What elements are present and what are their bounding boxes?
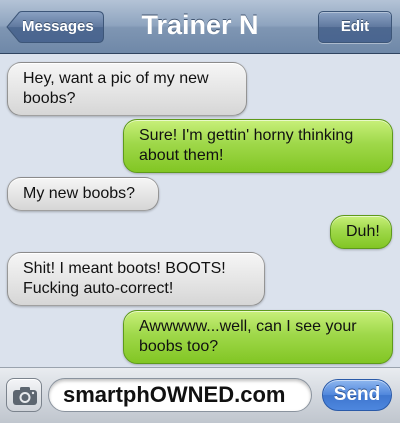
send-button[interactable]: Send <box>322 379 392 411</box>
message-line: Awwwww...well, can I see your <box>139 318 357 335</box>
message-line: Duh! <box>346 223 380 240</box>
message-input[interactable]: smartphOWNED.com <box>48 378 312 412</box>
message-line: about them! <box>139 147 224 164</box>
message-bubble-outgoing[interactable]: Sure! I'm gettin' horny thinking about t… <box>123 119 393 173</box>
message-line: Shit! I meant boots! BOOTS! <box>23 260 226 277</box>
message-line: Fucking auto-correct! <box>23 280 174 297</box>
message-composer: smartphOWNED.com Send <box>0 367 400 423</box>
message-bubble-incoming[interactable]: Shit! I meant boots! BOOTS! Fucking auto… <box>7 252 265 306</box>
camera-icon <box>13 387 37 405</box>
edit-button[interactable]: Edit <box>318 11 392 43</box>
message-line: boobs? <box>23 90 76 107</box>
message-line: boobs too? <box>139 338 219 355</box>
message-line: Hey, want a pic of my new <box>23 70 209 87</box>
message-line: Sure! I'm gettin' horny thinking <box>139 127 354 144</box>
message-line: My new boobs? <box>23 185 136 202</box>
message-bubble-incoming[interactable]: Hey, want a pic of my new boobs? <box>7 62 247 116</box>
camera-button[interactable] <box>6 378 42 412</box>
message-bubble-outgoing[interactable]: Duh! <box>330 215 392 249</box>
message-bubble-incoming[interactable]: My new boobs? <box>7 177 159 211</box>
navigation-bar: Messages Trainer N Edit <box>0 0 400 54</box>
message-thread: Hey, want a pic of my new boobs? Sure! I… <box>0 55 400 365</box>
message-bubble-outgoing[interactable]: Awwwww...well, can I see your boobs too? <box>123 310 393 364</box>
